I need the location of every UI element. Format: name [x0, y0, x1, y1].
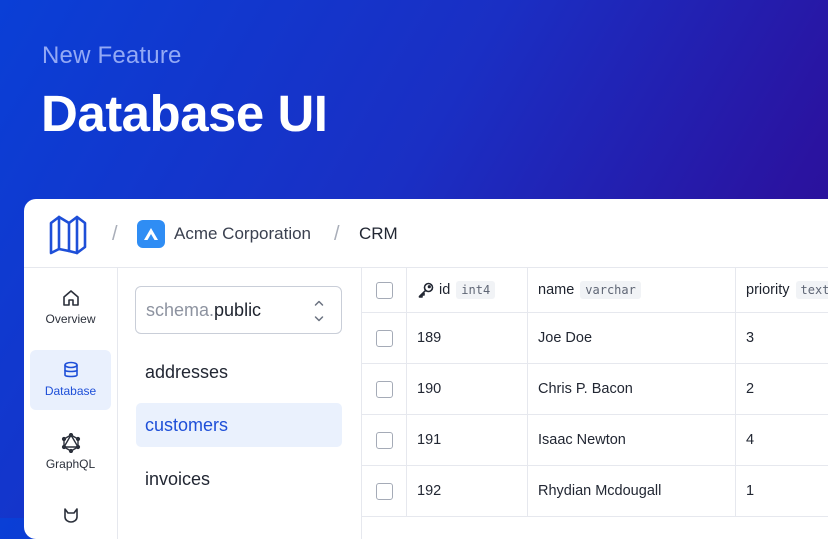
schema-value: public: [214, 299, 262, 320]
row-checkbox[interactable]: [375, 431, 393, 449]
cell-priority[interactable]: 3: [736, 313, 828, 363]
chevron-up-down-icon: [314, 300, 324, 322]
hero-title: Database UI: [41, 85, 328, 142]
column-name: priority: [746, 282, 790, 298]
column-name: name: [538, 282, 575, 298]
grid-header-row: id int4 name varchar priority text: [362, 268, 828, 313]
home-icon: [62, 290, 79, 306]
table-row[interactable]: 192 Rhydian Mcdougall 1: [362, 466, 828, 517]
column-name: id: [439, 282, 451, 298]
column-type-badge: text: [795, 281, 828, 299]
key-icon: [418, 282, 434, 298]
breadcrumb-org[interactable]: Acme Corporation: [174, 224, 311, 244]
breadcrumb-separator: /: [112, 223, 118, 245]
cell-id[interactable]: 190: [407, 364, 528, 414]
cell-priority[interactable]: 4: [736, 415, 828, 465]
app-window: / Acme Corporation / CRM Overview Databa…: [24, 199, 828, 539]
cell-id[interactable]: 191: [407, 415, 528, 465]
data-grid: id int4 name varchar priority text 189 J…: [362, 268, 828, 539]
row-select-cell: [362, 364, 407, 414]
select-all-cell: [362, 268, 407, 312]
nav-item-graphql[interactable]: GraphQL: [30, 423, 111, 483]
hasura-icon: [63, 508, 78, 523]
row-checkbox[interactable]: [375, 380, 393, 398]
row-checkbox[interactable]: [375, 482, 393, 500]
table-row[interactable]: 190 Chris P. Bacon 2: [362, 364, 828, 415]
nav-label: GraphQL: [45, 457, 96, 471]
cell-priority[interactable]: 2: [736, 364, 828, 414]
app-logo-icon[interactable]: [48, 213, 88, 255]
table-list-panel: schema. public addresses customers invoic…: [118, 268, 362, 539]
table-item-addresses[interactable]: addresses: [136, 350, 342, 394]
row-checkbox[interactable]: [375, 329, 393, 347]
table-row[interactable]: 191 Isaac Newton 4: [362, 415, 828, 466]
column-header-name[interactable]: name varchar: [528, 268, 736, 312]
hero-eyebrow: New Feature: [42, 42, 182, 69]
sidebar-nav: Overview Database GraphQL: [24, 268, 118, 539]
row-select-cell: [362, 466, 407, 516]
schema-select[interactable]: schema. public: [135, 286, 342, 334]
table-item-invoices[interactable]: invoices: [136, 457, 342, 501]
org-logo-icon: [144, 228, 158, 240]
nav-label: Database: [44, 384, 97, 398]
cell-name[interactable]: Chris P. Bacon: [528, 364, 736, 414]
database-icon: [63, 361, 78, 378]
cell-priority[interactable]: 1: [736, 466, 828, 516]
row-select-cell: [362, 415, 407, 465]
column-header-id[interactable]: id int4: [407, 268, 528, 312]
breadcrumb-separator: /: [334, 223, 340, 245]
cell-name[interactable]: Rhydian Mcdougall: [528, 466, 736, 516]
row-select-cell: [362, 313, 407, 363]
table-row[interactable]: 189 Joe Doe 3: [362, 313, 828, 364]
cell-id[interactable]: 192: [407, 466, 528, 516]
cell-name[interactable]: Isaac Newton: [528, 415, 736, 465]
nav-item-hasura[interactable]: [30, 495, 111, 539]
column-header-priority[interactable]: priority text: [736, 268, 828, 312]
column-type-badge: varchar: [580, 281, 641, 299]
top-bar: / Acme Corporation / CRM: [24, 199, 828, 268]
nav-label: Overview: [45, 312, 96, 326]
table-item-customers[interactable]: customers: [136, 403, 342, 447]
column-type-badge: int4: [456, 281, 496, 299]
schema-prefix: schema.: [146, 299, 215, 320]
select-all-checkbox[interactable]: [375, 281, 393, 299]
nav-item-database[interactable]: Database: [30, 350, 111, 410]
cell-id[interactable]: 189: [407, 313, 528, 363]
org-avatar[interactable]: [137, 220, 165, 248]
nav-item-overview[interactable]: Overview: [30, 278, 111, 338]
cell-name[interactable]: Joe Doe: [528, 313, 736, 363]
graphql-icon: [61, 433, 80, 453]
breadcrumb-project[interactable]: CRM: [359, 224, 398, 244]
